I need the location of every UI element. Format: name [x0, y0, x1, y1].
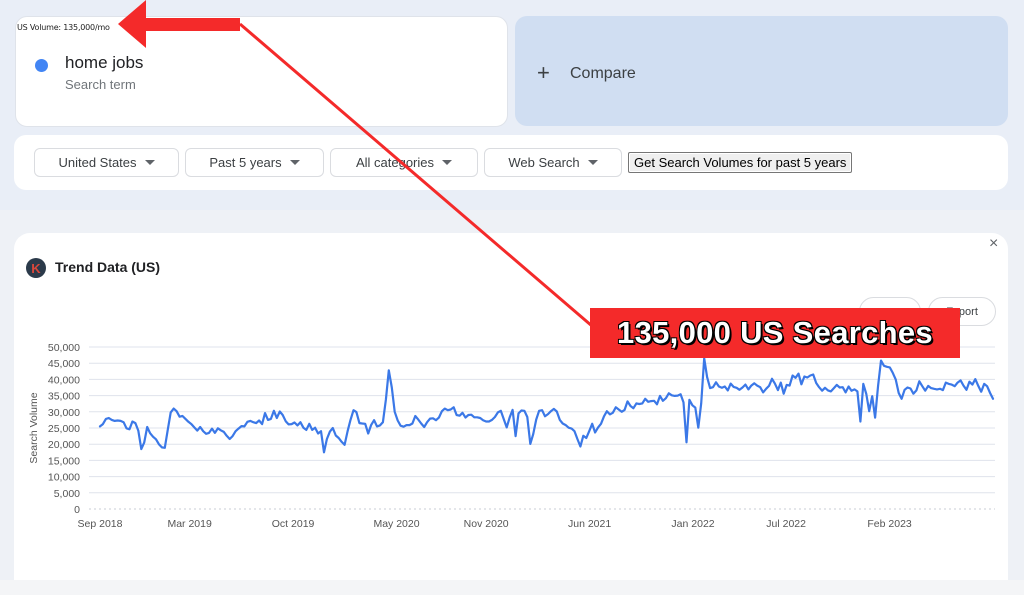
y-tick-label: 50,000 — [48, 342, 80, 354]
y-tick-label: 0 — [74, 504, 80, 516]
y-tick-label: 10,000 — [48, 472, 80, 484]
y-tick-label: 15,000 — [48, 455, 80, 467]
annotation-banner: 135,000 US Searches — [590, 308, 960, 358]
y-axis-title: Search Volume — [28, 392, 40, 463]
x-tick-label: May 2020 — [373, 518, 419, 530]
x-tick-label: Jun 2021 — [568, 518, 611, 530]
y-tick-label: 30,000 — [48, 407, 80, 419]
y-tick-label: 5,000 — [54, 488, 80, 500]
y-tick-label: 45,000 — [48, 358, 80, 370]
trend-line-chart: 0 5,000 10,000 15,000 20,000 25,000 30,000 35,0… — [28, 342, 995, 530]
x-tick-label: Nov 2020 — [464, 518, 509, 530]
series-line-home-jobs — [98, 357, 995, 454]
x-tick-label: Jan 2022 — [671, 518, 714, 530]
x-tick-label: Feb 2023 — [867, 518, 912, 530]
x-tick-label: Jul 2022 — [766, 518, 806, 530]
y-tick-label: 20,000 — [48, 439, 80, 451]
x-tick-label: Mar 2019 — [167, 518, 212, 530]
y-tick-label: 40,000 — [48, 374, 80, 386]
x-tick-label: Oct 2019 — [272, 518, 315, 530]
y-tick-label: 35,000 — [48, 391, 80, 403]
y-tick-label: 25,000 — [48, 423, 80, 435]
x-tick-label: Sep 2018 — [78, 518, 123, 530]
